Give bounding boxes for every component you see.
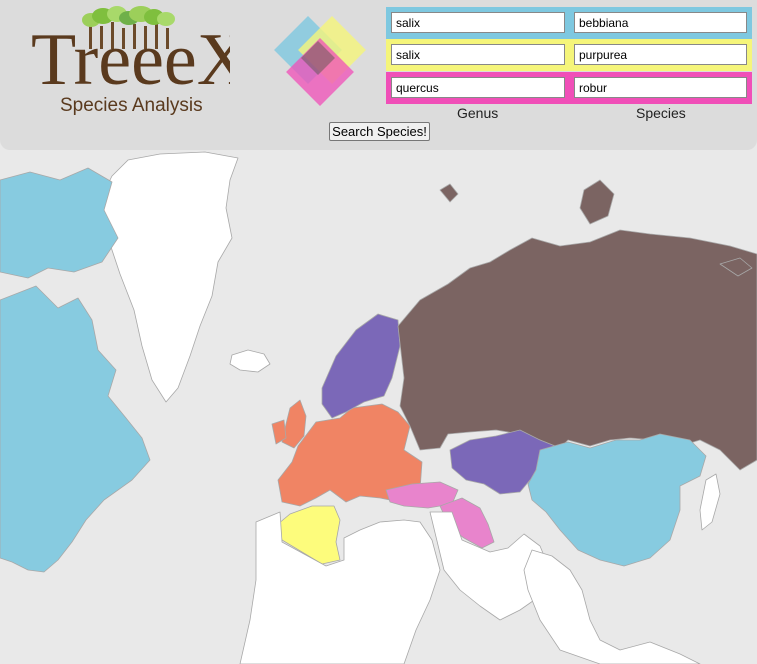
search-row-3: [386, 72, 752, 104]
venn-diagram-icon: [274, 16, 366, 106]
country-canada-islands[interactable]: [0, 167, 119, 279]
species-input-2[interactable]: [574, 44, 747, 65]
species-input-1[interactable]: [574, 12, 747, 33]
header-panel: TreeeX Species Analysis Genus Species Se…: [0, 0, 757, 150]
genus-input-2[interactable]: [391, 44, 565, 65]
search-row-1: [386, 7, 752, 39]
species-input-3[interactable]: [574, 77, 747, 98]
genus-input-3[interactable]: [391, 77, 565, 98]
treeex-logo: TreeeX Species Analysis: [31, 6, 230, 116]
search-row-2: [386, 39, 752, 71]
search-species-button[interactable]: Search Species!: [329, 122, 430, 141]
genus-input-1[interactable]: [391, 12, 565, 33]
world-map[interactable]: [0, 150, 757, 664]
logo-title: TreeeX: [31, 19, 230, 101]
genus-column-label: Genus: [457, 105, 499, 121]
logo-subtitle: Species Analysis: [60, 95, 203, 116]
species-column-label: Species: [636, 105, 686, 121]
